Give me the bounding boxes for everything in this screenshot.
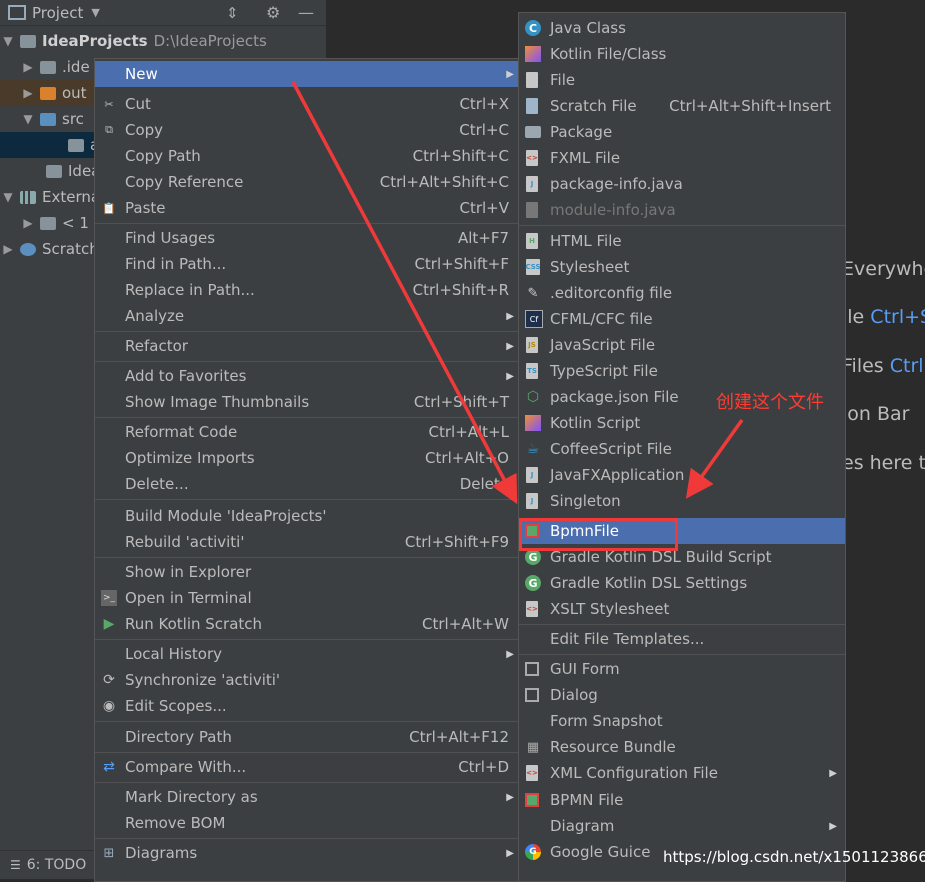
arrow-from-annotation-to-bpmnfile xyxy=(685,418,744,499)
annotation-arrows xyxy=(291,81,744,505)
arrow-from-new-to-bpmnfile xyxy=(291,81,518,505)
annotation-text: 创建这个文件 xyxy=(716,392,824,413)
watermark: https://blog.csdn.net/x15011238662 xyxy=(663,848,925,866)
